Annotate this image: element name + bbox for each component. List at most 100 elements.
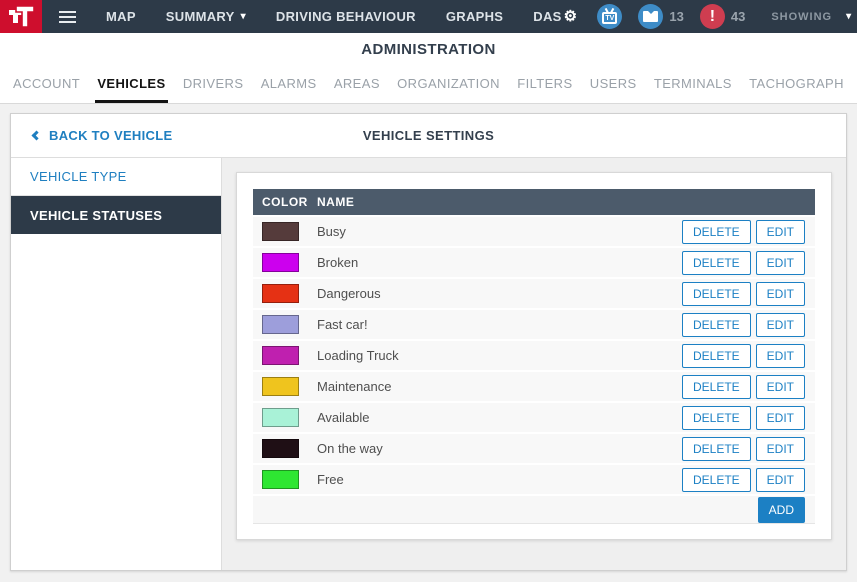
alert-exclamation-icon: ! [710,9,715,25]
color-cell [253,377,317,396]
hamburger-bars [59,16,76,18]
edit-button[interactable]: EDIT [756,375,805,399]
settings-sidebar: VEHICLE TYPE VEHICLE STATUSES [11,158,222,570]
delete-button[interactable]: DELETE [682,251,751,275]
edit-button[interactable]: EDIT [756,468,805,492]
logo-tt-icon [8,4,35,29]
edit-button[interactable]: EDIT [756,437,805,461]
delete-button[interactable]: DELETE [682,220,751,244]
nav-item-summary[interactable]: SUMMARY ▾ [151,9,261,24]
actions-cell: DELETE EDIT [682,313,815,337]
tab-drivers[interactable]: DRIVERS [181,66,246,103]
menu-icon[interactable] [42,16,91,18]
delete-button[interactable]: DELETE [682,468,751,492]
page-title: ADMINISTRATION [0,33,857,66]
nav-graphs-label: GRAPHS [446,9,503,24]
color-cell [253,408,317,427]
sidebar-item-vehicle-type[interactable]: VEHICLE TYPE [11,158,221,196]
nav-item-dashboard[interactable]: DAS⚙ [518,9,581,24]
edit-button[interactable]: EDIT [756,313,805,337]
edit-button[interactable]: EDIT [756,406,805,430]
status-name: Dangerous [317,286,682,301]
status-color-swatch [262,408,299,427]
mail-icon [643,11,658,22]
messages-count: 13 [669,9,683,24]
table-footer: ADD [253,496,815,524]
showing-dropdown[interactable]: SHOWING ▾ [771,11,852,23]
messages-button[interactable] [638,4,663,29]
tab-account[interactable]: ACCOUNT [11,66,82,103]
color-cell [253,439,317,458]
table-row: On the way DELETE EDIT [253,434,815,463]
table-row: Busy DELETE EDIT [253,217,815,246]
content-area: COLOR NAME Busy DELETE EDIT [222,158,846,570]
tab-organization[interactable]: ORGANIZATION [395,66,502,103]
nav-map-label: MAP [106,9,136,24]
delete-button[interactable]: DELETE [682,437,751,461]
tab-vehicles[interactable]: VEHICLES [95,66,167,103]
tab-terminals[interactable]: TERMINALS [652,66,734,103]
actions-cell: DELETE EDIT [682,344,815,368]
table-row: Dangerous DELETE EDIT [253,279,815,308]
brand-logo[interactable] [0,0,42,33]
status-color-swatch [262,222,299,241]
tab-users[interactable]: USERS [588,66,639,103]
actions-cell: DELETE EDIT [682,251,815,275]
vehicle-settings-panel: BACK TO VEHICLE VEHICLE SETTINGS VEHICLE… [10,113,847,571]
delete-button[interactable]: DELETE [682,282,751,306]
edit-button[interactable]: EDIT [756,220,805,244]
delete-button[interactable]: DELETE [682,406,751,430]
nav-item-driving-behaviour[interactable]: DRIVING BEHAVIOUR [261,9,431,24]
table-row: Free DELETE EDIT [253,465,815,494]
column-header-color: COLOR [253,195,317,209]
statuses-card: COLOR NAME Busy DELETE EDIT [236,172,832,540]
status-color-swatch [262,470,299,489]
add-button[interactable]: ADD [758,497,805,523]
panel-header: BACK TO VEHICLE VEHICLE SETTINGS [11,114,846,158]
status-name: Maintenance [317,379,682,394]
color-cell [253,315,317,334]
tv-button[interactable]: TV [597,4,622,29]
color-cell [253,222,317,241]
table-header: COLOR NAME [253,189,815,215]
color-cell [253,253,317,272]
tab-areas[interactable]: AREAS [332,66,382,103]
sidebar-item-vehicle-statuses[interactable]: VEHICLE STATUSES [11,196,221,234]
actions-cell: DELETE EDIT [682,375,815,399]
actions-cell: DELETE EDIT [682,282,815,306]
nav-item-map[interactable]: MAP [91,9,151,24]
edit-button[interactable]: EDIT [756,344,805,368]
status-color-swatch [262,377,299,396]
actions-cell: DELETE EDIT [682,468,815,492]
status-name: Broken [317,255,682,270]
table-row: Loading Truck DELETE EDIT [253,341,815,370]
admin-tab-bar: ACCOUNT VEHICLES DRIVERS ALARMS AREAS OR… [0,66,857,104]
column-header-name: NAME [317,195,805,209]
color-cell [253,470,317,489]
page-background: BACK TO VEHICLE VEHICLE SETTINGS VEHICLE… [0,104,857,582]
top-navigation-bar: MAP SUMMARY ▾ DRIVING BEHAVIOUR GRAPHS D… [0,0,857,33]
delete-button[interactable]: DELETE [682,375,751,399]
back-link-label: BACK TO VEHICLE [49,128,172,143]
status-color-swatch [262,315,299,334]
delete-button[interactable]: DELETE [682,313,751,337]
status-name: On the way [317,441,682,456]
actions-cell: DELETE EDIT [682,437,815,461]
color-cell [253,284,317,303]
panel-body: VEHICLE TYPE VEHICLE STATUSES COLOR NAME… [11,158,846,570]
edit-button[interactable]: EDIT [756,282,805,306]
tab-tachograph[interactable]: TACHOGRAPH [747,66,846,103]
edit-button[interactable]: EDIT [756,251,805,275]
tab-alarms[interactable]: ALARMS [259,66,319,103]
alerts-button[interactable]: ! [700,4,725,29]
chevron-left-icon [32,131,42,141]
actions-cell: DELETE EDIT [682,406,815,430]
nav-item-graphs[interactable]: GRAPHS [431,9,518,24]
status-color-swatch [262,284,299,303]
delete-button[interactable]: DELETE [682,344,751,368]
status-name: Fast car! [317,317,682,332]
status-name: Free [317,472,682,487]
tab-filters[interactable]: FILTERS [515,66,574,103]
back-to-vehicle-link[interactable]: BACK TO VEHICLE [33,128,172,143]
color-cell [253,346,317,365]
